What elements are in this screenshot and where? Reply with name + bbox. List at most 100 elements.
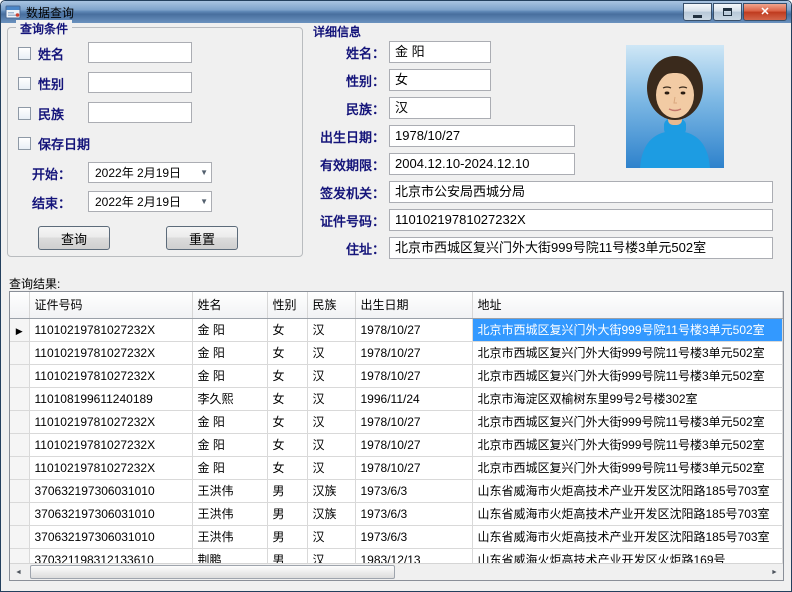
grid-cell[interactable]: 11010219781027232X (29, 456, 192, 479)
grid-cell[interactable]: 1978/10/27 (355, 410, 472, 433)
grid-cell[interactable]: 山东省威海火炬高技术产业开发区火炬路169号 (472, 548, 783, 563)
grid-cell[interactable]: 11010219781027232X (29, 341, 192, 364)
grid-cell[interactable]: 北京市西城区复兴门外大街999号院11号楼3单元502室 (472, 433, 783, 456)
column-header-id[interactable]: 证件号码 (29, 292, 192, 318)
grid-cell[interactable]: 北京市西城区复兴门外大街999号院11号楼3单元502室 (472, 364, 783, 387)
scroll-thumb[interactable] (30, 565, 395, 579)
grid-cell[interactable]: 北京市西城区复兴门外大街999号院11号楼3单元502室 (472, 341, 783, 364)
grid-cell[interactable]: 女 (267, 456, 307, 479)
row-selector-cell[interactable] (10, 548, 29, 563)
grid-cell[interactable]: 王洪伟 (192, 525, 267, 548)
grid-cell[interactable]: 北京市海淀区双榆树东里99号2号楼302室 (472, 387, 783, 410)
grid-cell[interactable]: 北京市西城区复兴门外大街999号院11号楼3单元502室 (472, 456, 783, 479)
row-selector-cell[interactable] (10, 341, 29, 364)
grid-cell[interactable]: 1978/10/27 (355, 318, 472, 341)
grid-cell[interactable]: 汉 (307, 433, 355, 456)
end-date-picker[interactable]: 2022年 2月19日 ▼ (88, 191, 212, 212)
grid-cell[interactable]: 汉 (307, 525, 355, 548)
grid-cell[interactable]: 370632197306031010 (29, 525, 192, 548)
grid-cell[interactable]: 汉 (307, 548, 355, 563)
grid-cell[interactable]: 金 阳 (192, 410, 267, 433)
reset-button[interactable]: 重置 (166, 226, 238, 250)
close-button[interactable]: ✕ (743, 3, 787, 21)
ethnicity-filter-input[interactable] (88, 102, 192, 123)
grid-cell[interactable]: 1973/6/3 (355, 525, 472, 548)
grid-cell[interactable]: 女 (267, 387, 307, 410)
grid-cell[interactable]: 山东省威海市火炬高技术产业开发区沈阳路185号703室 (472, 525, 783, 548)
start-date-picker[interactable]: 2022年 2月19日 ▼ (88, 162, 212, 183)
column-header-ethnicity[interactable]: 民族 (307, 292, 355, 318)
grid-cell[interactable]: 1978/10/27 (355, 433, 472, 456)
table-row[interactable]: 11010219781027232X金 阳女汉1978/10/27北京市西城区复… (10, 341, 783, 364)
grid-cell[interactable]: 11010219781027232X (29, 433, 192, 456)
name-field[interactable]: 金 阳 (389, 41, 491, 63)
maximize-button[interactable] (713, 3, 742, 21)
column-header-birthdate[interactable]: 出生日期 (355, 292, 472, 318)
grid-cell[interactable]: 北京市西城区复兴门外大街999号院11号楼3单元502室 (472, 410, 783, 433)
grid-cell[interactable]: 男 (267, 502, 307, 525)
grid-cell[interactable]: 1973/6/3 (355, 479, 472, 502)
column-header-gender[interactable]: 性别 (267, 292, 307, 318)
table-row[interactable]: 370632197306031010王洪伟男汉1973/6/3山东省威海市火炬高… (10, 525, 783, 548)
grid-cell[interactable]: 王洪伟 (192, 479, 267, 502)
grid-cell[interactable]: 1996/11/24 (355, 387, 472, 410)
table-row[interactable]: 11010219781027232X金 阳女汉1978/10/27北京市西城区复… (10, 410, 783, 433)
table-row[interactable]: 110108199611240189李久熙女汉1996/11/24北京市海淀区双… (10, 387, 783, 410)
address-field[interactable]: 北京市西城区复兴门外大街999号院11号楼3单元502室 (389, 237, 773, 259)
grid-cell[interactable]: 金 阳 (192, 364, 267, 387)
birthdate-field[interactable]: 1978/10/27 (389, 125, 575, 147)
table-row[interactable]: 370321198312133610荆鹏男汉1983/12/13山东省威海火炬高… (10, 548, 783, 563)
column-header-name[interactable]: 姓名 (192, 292, 267, 318)
table-row[interactable]: 370632197306031010王洪伟男汉族1973/6/3山东省威海市火炬… (10, 479, 783, 502)
table-row[interactable]: 11010219781027232X金 阳女汉1978/10/27北京市西城区复… (10, 456, 783, 479)
scroll-left-button[interactable]: ◄ (10, 564, 27, 580)
grid-cell[interactable]: 11010219781027232X (29, 364, 192, 387)
grid-cell[interactable]: 370321198312133610 (29, 548, 192, 563)
grid-cell[interactable]: 汉 (307, 318, 355, 341)
grid-cell[interactable]: 男 (267, 548, 307, 563)
query-button[interactable]: 查询 (38, 226, 110, 250)
grid-cell[interactable]: 男 (267, 479, 307, 502)
row-selector-cell[interactable] (10, 410, 29, 433)
grid-cell[interactable]: 女 (267, 318, 307, 341)
grid-cell[interactable]: 李久熙 (192, 387, 267, 410)
grid-cell[interactable]: 1978/10/27 (355, 456, 472, 479)
gender-field[interactable]: 女 (389, 69, 491, 91)
grid-cell[interactable]: 1978/10/27 (355, 341, 472, 364)
row-selector-cell[interactable] (10, 364, 29, 387)
grid-cell[interactable]: 女 (267, 410, 307, 433)
name-filter-input[interactable] (88, 42, 192, 63)
table-row[interactable]: 11010219781027232X金 阳女汉1978/10/27北京市西城区复… (10, 364, 783, 387)
grid-cell[interactable]: 山东省威海市火炬高技术产业开发区沈阳路185号703室 (472, 502, 783, 525)
grid-cell[interactable]: 370632197306031010 (29, 502, 192, 525)
grid-cell[interactable]: 11010219781027232X (29, 318, 192, 341)
name-checkbox[interactable] (18, 47, 31, 60)
grid-cell[interactable]: 荆鹏 (192, 548, 267, 563)
grid-cell[interactable]: 山东省威海市火炬高技术产业开发区沈阳路185号703室 (472, 479, 783, 502)
titlebar[interactable]: 数据查询 ✕ (1, 1, 791, 23)
grid-cell[interactable]: 1973/6/3 (355, 502, 472, 525)
row-selector-cell[interactable] (10, 479, 29, 502)
row-selector-cell[interactable] (10, 433, 29, 456)
grid-cell[interactable]: 金 阳 (192, 341, 267, 364)
grid-cell[interactable]: 11010219781027232X (29, 410, 192, 433)
table-row[interactable]: 370632197306031010王洪伟男汉族1973/6/3山东省威海市火炬… (10, 502, 783, 525)
grid-cell[interactable]: 1983/12/13 (355, 548, 472, 563)
grid-cell[interactable]: 汉族 (307, 502, 355, 525)
grid-cell[interactable]: 王洪伟 (192, 502, 267, 525)
minimize-button[interactable] (683, 3, 712, 21)
ethnicity-field[interactable]: 汉 (389, 97, 491, 119)
grid-cell[interactable]: 汉 (307, 410, 355, 433)
gender-checkbox[interactable] (18, 77, 31, 90)
grid-cell[interactable]: 北京市西城区复兴门外大街999号院11号楼3单元502室 (472, 318, 783, 341)
gender-filter-input[interactable] (88, 72, 192, 93)
grid-cell[interactable]: 女 (267, 364, 307, 387)
row-selector-cell[interactable]: ▶ (10, 318, 29, 341)
grid-cell[interactable]: 金 阳 (192, 318, 267, 341)
save-date-checkbox[interactable] (18, 137, 31, 150)
grid-cell[interactable]: 汉族 (307, 479, 355, 502)
grid-cell[interactable]: 汉 (307, 456, 355, 479)
grid-cell[interactable]: 370632197306031010 (29, 479, 192, 502)
grid-cell[interactable]: 男 (267, 525, 307, 548)
grid-cell[interactable]: 汉 (307, 387, 355, 410)
